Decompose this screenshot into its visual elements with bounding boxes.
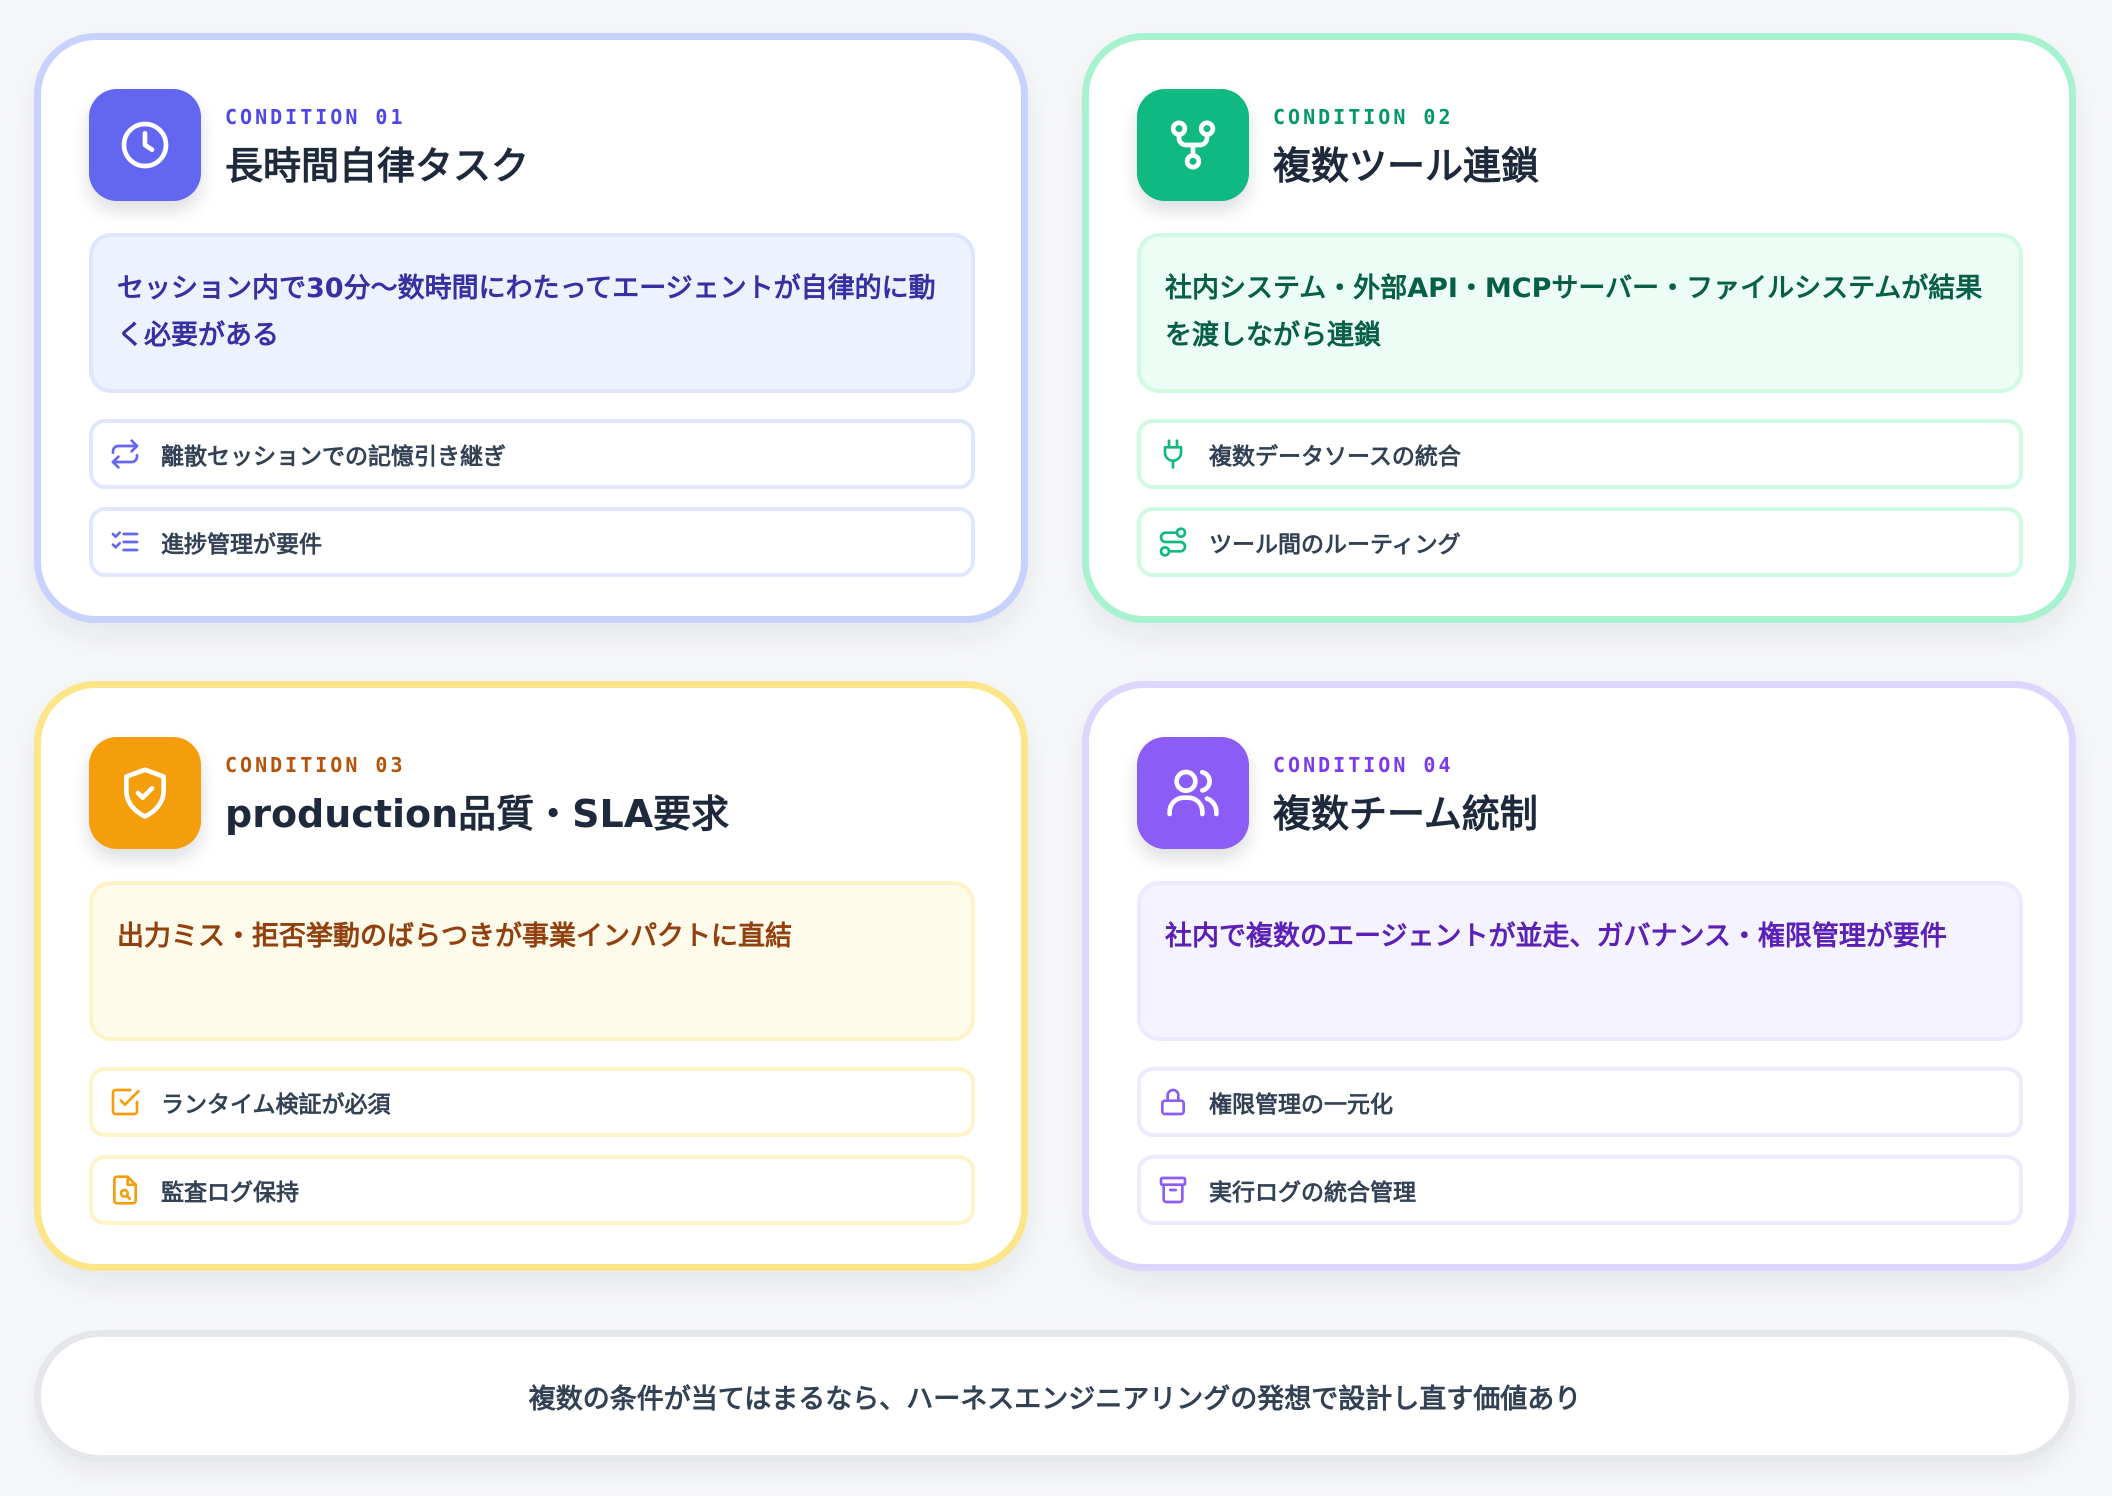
feature-item: 離散セッションでの記憶引き継ぎ bbox=[89, 419, 975, 489]
condition-description: 出力ミス・拒否挙動のばらつきが事業インパクトに直結 bbox=[89, 881, 975, 1041]
clock-icon bbox=[89, 89, 201, 201]
condition-kicker: CONDITION 04 bbox=[1273, 753, 1454, 777]
feature-label: 実行ログの統合管理 bbox=[1209, 1180, 1416, 1206]
card-header: CONDITION 04 複数チーム統制 bbox=[1137, 737, 2017, 849]
condition-title: 長時間自律タスク bbox=[225, 144, 530, 188]
feature-item: 監査ログ保持 bbox=[89, 1155, 975, 1225]
condition-title: production品質・SLA要求 bbox=[225, 792, 730, 836]
checkbox-icon bbox=[109, 1086, 141, 1118]
condition-card-04: CONDITION 04 複数チーム統制 社内で複数のエージェントが並走、ガバナ… bbox=[1082, 681, 2076, 1271]
condition-card-02: CONDITION 02 複数ツール連鎖 社内システム・外部API・MCPサーバ… bbox=[1082, 33, 2076, 623]
plug-icon bbox=[1157, 438, 1189, 470]
feature-label: ツール間のルーティング bbox=[1209, 532, 1461, 558]
feature-label: ランタイム検証が必須 bbox=[161, 1092, 391, 1118]
condition-title: 複数ツール連鎖 bbox=[1273, 144, 1540, 188]
feature-item: 実行ログの統合管理 bbox=[1137, 1155, 2023, 1225]
shield-check-icon bbox=[89, 737, 201, 849]
lock-icon bbox=[1157, 1086, 1189, 1118]
archive-icon bbox=[1157, 1174, 1189, 1206]
card-header: CONDITION 01 長時間自律タスク bbox=[89, 89, 969, 201]
condition-card-03: CONDITION 03 production品質・SLA要求 出力ミス・拒否挙… bbox=[34, 681, 1028, 1271]
condition-kicker: CONDITION 01 bbox=[225, 105, 406, 129]
condition-card-01: CONDITION 01 長時間自律タスク セッション内で30分〜数時間にわたっ… bbox=[34, 33, 1028, 623]
condition-description: 社内システム・外部API・MCPサーバー・ファイルシステムが結果を渡しながら連鎖 bbox=[1137, 233, 2023, 393]
file-search-icon bbox=[109, 1174, 141, 1206]
feature-label: 複数データソースの統合 bbox=[1209, 444, 1461, 470]
card-header: CONDITION 03 production品質・SLA要求 bbox=[89, 737, 969, 849]
feature-label: 進捗管理が要件 bbox=[161, 532, 322, 558]
git-fork-icon bbox=[1137, 89, 1249, 201]
feature-item: ランタイム検証が必須 bbox=[89, 1067, 975, 1137]
condition-description: セッション内で30分〜数時間にわたってエージェントが自律的に動く必要がある bbox=[89, 233, 975, 393]
conclusion-text: 複数の条件が当てはまるなら、ハーネスエンジニアリングの発想で設計し直す価値あり bbox=[528, 1383, 1582, 1415]
conclusion-banner: 複数の条件が当てはまるなら、ハーネスエンジニアリングの発想で設計し直す価値あり bbox=[34, 1330, 2076, 1462]
feature-label: 権限管理の一元化 bbox=[1209, 1092, 1393, 1118]
checklist-icon bbox=[109, 526, 141, 558]
condition-kicker: CONDITION 02 bbox=[1273, 105, 1454, 129]
feature-item: 権限管理の一元化 bbox=[1137, 1067, 2023, 1137]
condition-kicker: CONDITION 03 bbox=[225, 753, 406, 777]
repeat-icon bbox=[109, 438, 141, 470]
feature-label: 離散セッションでの記憶引き継ぎ bbox=[161, 444, 506, 470]
users-icon bbox=[1137, 737, 1249, 849]
feature-item: 複数データソースの統合 bbox=[1137, 419, 2023, 489]
condition-title: 複数チーム統制 bbox=[1273, 792, 1538, 836]
feature-label: 監査ログ保持 bbox=[161, 1180, 299, 1206]
feature-item: ツール間のルーティング bbox=[1137, 507, 2023, 577]
feature-item: 進捗管理が要件 bbox=[89, 507, 975, 577]
card-header: CONDITION 02 複数ツール連鎖 bbox=[1137, 89, 2017, 201]
route-icon bbox=[1157, 526, 1189, 558]
condition-description: 社内で複数のエージェントが並走、ガバナンス・権限管理が要件 bbox=[1137, 881, 2023, 1041]
